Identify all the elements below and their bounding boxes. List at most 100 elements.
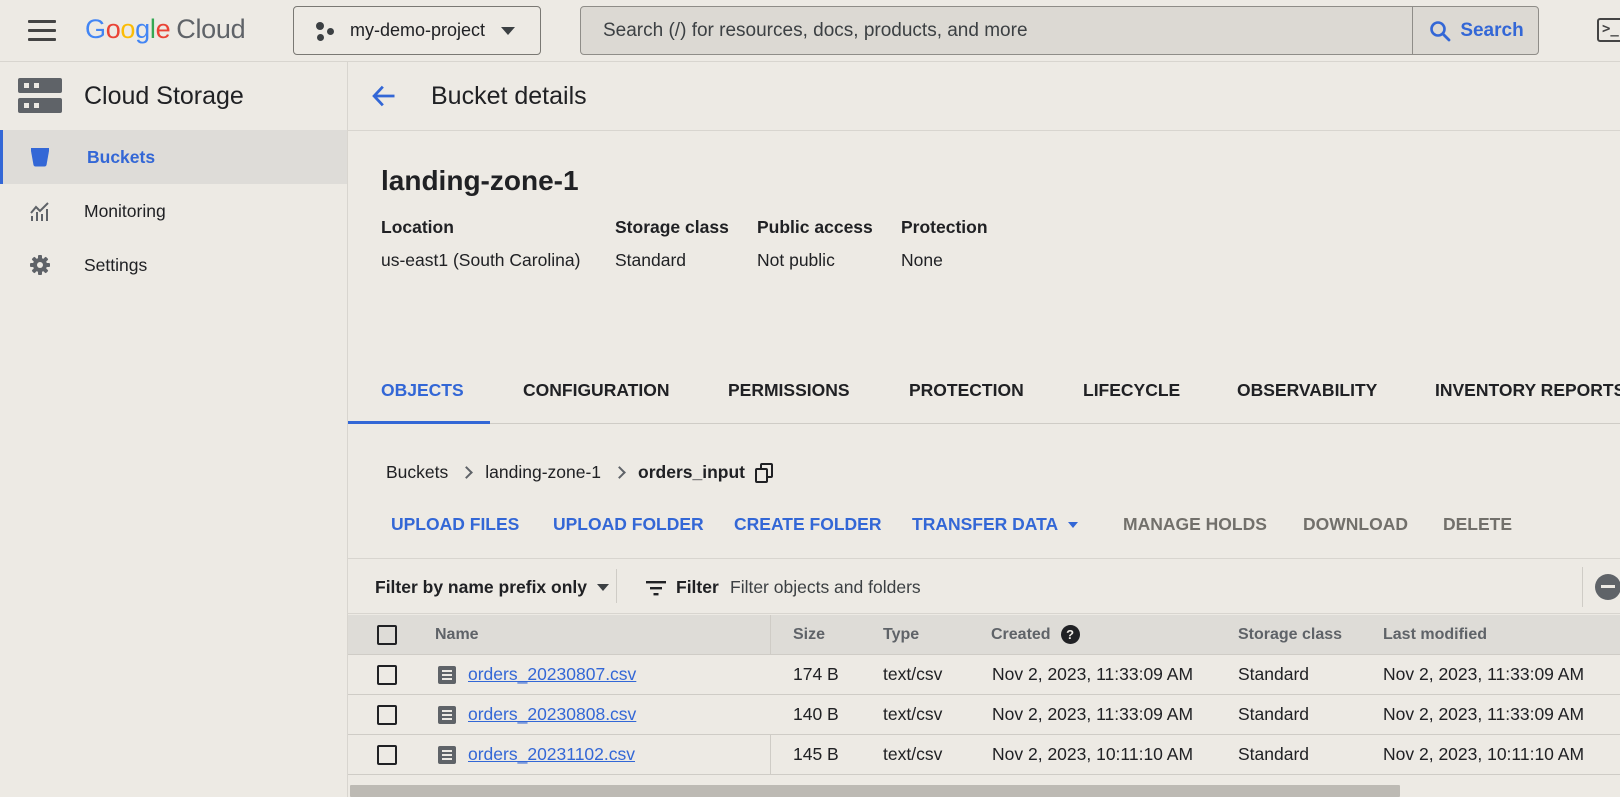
breadcrumb: Buckets landing-zone-1 orders_input: [386, 462, 773, 483]
object-last-modified: Nov 2, 2023, 10:11:10 AM: [1383, 744, 1585, 764]
file-icon: [438, 666, 456, 684]
column-header-storage-class[interactable]: Storage class: [1238, 615, 1342, 655]
object-storage-class: Standard: [1238, 664, 1310, 684]
info-label: Storage class: [615, 217, 729, 237]
object-size: 140 B: [793, 704, 839, 724]
row-checkbox[interactable]: [377, 705, 397, 725]
breadcrumb-current-folder: orders_input: [638, 462, 745, 482]
tab-objects[interactable]: OBJECTS: [348, 362, 490, 424]
delete-button[interactable]: DELETE: [1443, 514, 1512, 535]
help-icon[interactable]: ?: [1060, 625, 1080, 645]
file-icon: [438, 746, 456, 764]
sidebar-item-label: Monitoring: [84, 200, 166, 221]
search-bar: Search: [580, 6, 1539, 55]
tab-configuration[interactable]: CONFIGURATION: [523, 362, 669, 424]
info-value: us-east1 (South Carolina): [381, 250, 581, 270]
tab-protection[interactable]: PROTECTION: [909, 362, 1024, 424]
column-header-created-label: Created: [991, 626, 1051, 643]
table-header-row: Name Size Type Created? Storage class La…: [348, 615, 1620, 655]
download-button[interactable]: DOWNLOAD: [1303, 514, 1408, 535]
info-value: None: [901, 250, 943, 270]
create-folder-button[interactable]: CREATE FOLDER: [734, 514, 881, 535]
tab-permissions[interactable]: PERMISSIONS: [728, 362, 850, 424]
column-header-created[interactable]: Created?: [991, 615, 1080, 655]
chevron-down-icon: [501, 26, 516, 35]
tab-observability[interactable]: OBSERVABILITY: [1237, 362, 1377, 424]
sidebar-item-monitoring[interactable]: Monitoring: [0, 184, 347, 238]
filter-bar: Filter by name prefix only Filter: [348, 558, 1620, 614]
sidebar-item-label: Buckets: [87, 146, 156, 167]
column-resize-handle[interactable]: [770, 735, 771, 775]
monitoring-chart-icon: [30, 202, 49, 221]
upload-folder-button[interactable]: UPLOAD FOLDER: [553, 514, 704, 535]
gear-icon: [30, 255, 50, 275]
filter-input[interactable]: [730, 571, 1530, 603]
filter-mode-label: Filter by name prefix only: [375, 577, 587, 597]
cloud-storage-icon: [18, 78, 62, 114]
info-protection: Protection None: [901, 217, 988, 271]
object-created: Nov 2, 2023, 11:33:09 AM: [992, 664, 1194, 684]
row-checkbox[interactable]: [377, 745, 397, 765]
search-input[interactable]: [581, 7, 1412, 54]
object-created: Nov 2, 2023, 11:33:09 AM: [992, 704, 1194, 724]
info-value: Standard: [615, 250, 687, 270]
horizontal-scrollbar[interactable]: [350, 785, 1400, 797]
object-type: text/csv: [883, 664, 943, 684]
info-value: Not public: [757, 250, 835, 270]
top-bar: GoogleCloud my-demo-project Search >_: [0, 0, 1620, 62]
upload-files-button[interactable]: UPLOAD FILES: [391, 514, 519, 535]
column-resize-handle[interactable]: [770, 615, 771, 655]
minus-circle-icon: [1595, 574, 1620, 600]
object-type: text/csv: [883, 704, 943, 724]
cloud-shell-terminal-icon[interactable]: >_: [1597, 18, 1620, 42]
column-header-size[interactable]: Size: [793, 615, 825, 655]
chevron-down-icon: [597, 584, 609, 591]
chevron-down-icon: [1068, 522, 1079, 529]
tab-inventory-reports[interactable]: INVENTORY REPORTS: [1435, 362, 1620, 424]
manage-holds-button[interactable]: MANAGE HOLDS: [1123, 514, 1267, 535]
column-header-last-modified[interactable]: Last modified: [1383, 615, 1487, 655]
chevron-right-icon: [613, 466, 626, 479]
file-icon: [438, 706, 456, 724]
back-arrow-icon[interactable]: [370, 82, 398, 110]
search-button[interactable]: Search: [1412, 7, 1539, 54]
sidebar-item-settings[interactable]: Settings: [0, 238, 347, 292]
sidebar: Cloud Storage Buckets Monitoring Setting…: [0, 62, 348, 797]
search-button-label: Search: [1460, 19, 1524, 41]
copy-icon[interactable]: [755, 462, 773, 483]
main-menu-icon[interactable]: [28, 20, 56, 42]
bucket-name: landing-zone-1: [381, 165, 579, 196]
info-storage-class: Storage class Standard: [615, 217, 729, 271]
project-name: my-demo-project: [350, 20, 486, 40]
tab-lifecycle[interactable]: LIFECYCLE: [1083, 362, 1180, 424]
object-name-link[interactable]: orders_20230807.csv: [468, 655, 636, 695]
page-title: Bucket details: [431, 81, 587, 110]
row-checkbox[interactable]: [377, 665, 397, 685]
object-name-link[interactable]: orders_20231102.csv: [468, 735, 635, 775]
filter-button[interactable]: Filter: [645, 577, 719, 598]
object-last-modified: Nov 2, 2023, 11:33:09 AM: [1383, 664, 1585, 684]
breadcrumb-buckets[interactable]: Buckets: [386, 462, 448, 483]
table-row: orders_20231102.csv 145 B text/csv Nov 2…: [348, 735, 1620, 775]
divider: [616, 569, 617, 603]
object-storage-class: Standard: [1238, 704, 1310, 724]
project-selector[interactable]: my-demo-project: [293, 6, 541, 55]
transfer-data-button[interactable]: TRANSFER DATA: [912, 514, 1079, 535]
page-header: Bucket details: [348, 62, 1620, 131]
filter-icon: [646, 580, 666, 595]
sidebar-item-buckets[interactable]: Buckets: [0, 130, 347, 184]
main-content: Bucket details landing-zone-1 Location u…: [348, 62, 1620, 797]
column-header-type[interactable]: Type: [883, 615, 919, 655]
info-label: Public access: [757, 217, 873, 237]
select-all-checkbox[interactable]: [377, 625, 397, 645]
tab-bar: OBJECTS CONFIGURATION PERMISSIONS PROTEC…: [348, 362, 1620, 424]
object-storage-class: Standard: [1238, 744, 1310, 764]
object-name-link[interactable]: orders_20230808.csv: [468, 695, 636, 735]
info-label: Location: [381, 217, 454, 237]
object-created: Nov 2, 2023, 10:11:10 AM: [992, 744, 1194, 764]
density-toggle[interactable]: [1582, 567, 1620, 607]
filter-mode-dropdown[interactable]: Filter by name prefix only: [375, 577, 609, 598]
column-header-name[interactable]: Name: [435, 615, 479, 655]
google-cloud-logo[interactable]: Google Cloud: [85, 14, 246, 45]
breadcrumb-bucket[interactable]: landing-zone-1: [485, 462, 601, 483]
